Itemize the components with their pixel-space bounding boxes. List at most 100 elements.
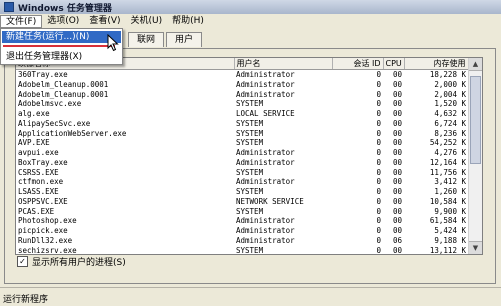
cell-image-name: PCAS.EXE — [18, 206, 55, 216]
table-row[interactable]: 360Tray.exe Administrator 0 00 18,228 K — [16, 70, 468, 80]
cell-session-id: 0 — [376, 118, 381, 128]
tab-users[interactable]: 用户 — [166, 32, 203, 47]
status-text: 运行新程序 — [3, 295, 49, 305]
scroll-up-arrow-icon[interactable]: ▲ — [469, 58, 482, 71]
menu-file[interactable]: 文件(F) — [0, 15, 43, 28]
cell-image-name: AlipaySecSvc.exe — [18, 118, 91, 128]
scroll-down-arrow-icon[interactable]: ▼ — [469, 241, 482, 254]
cell-memory: 9,188 K — [434, 235, 466, 245]
cell-memory: 6,724 K — [434, 118, 466, 128]
cell-session-id: 0 — [376, 79, 381, 89]
table-row[interactable]: Adobelm_Cleanup.0001 Administrator 0 00 2,00… — [16, 80, 468, 90]
cell-memory: 13,112 K — [429, 245, 466, 255]
vertical-scrollbar[interactable]: ▲ ▼ — [468, 58, 482, 254]
cell-image-name: Adobelm_Cleanup.0001 — [18, 89, 109, 99]
table-row[interactable]: RunDll32.exe Administrator 0 06 9,188 K — [16, 236, 468, 246]
cell-image-name: alg.exe — [18, 109, 50, 118]
menu-item-new-task[interactable]: 新建任务(运行...)(N) — [2, 31, 121, 43]
cell-image-name: BoxTray.exe — [18, 157, 68, 167]
table-row[interactable]: AVP.EXE SYSTEM 0 00 54,252 K — [16, 138, 468, 148]
cell-memory: 5,424 K — [434, 226, 466, 235]
table-row[interactable]: Adobelm_Cleanup.0001 Administrator 0 00 2,00… — [16, 90, 468, 100]
cell-user-name: LOCAL SERVICE — [236, 109, 295, 118]
cell-user-name: Administrator — [236, 235, 295, 245]
cell-cpu: 00 — [392, 138, 402, 148]
menu-item-exit-task-manager[interactable]: 退出任务管理器(X) — [2, 51, 82, 63]
cell-session-id: 0 — [376, 99, 381, 109]
cell-user-name: SYSTEM — [236, 128, 264, 138]
cell-memory: 1,260 K — [434, 187, 466, 196]
cell-cpu: 00 — [392, 118, 402, 128]
cell-memory: 18,228 K — [429, 70, 466, 79]
column-memory[interactable]: 内存使用 — [404, 58, 469, 70]
cell-cpu: 00 — [392, 99, 402, 109]
cell-cpu: 00 — [392, 216, 402, 226]
cell-cpu: 00 — [392, 206, 402, 216]
table-row[interactable]: Adobelmsvc.exe SYSTEM 0 00 1,520 K — [16, 99, 468, 109]
cell-memory: 3,412 K — [434, 177, 466, 187]
cell-memory: 4,632 K — [434, 109, 466, 118]
scroll-thumb[interactable] — [470, 76, 481, 164]
cell-memory: 10,584 K — [429, 196, 466, 206]
status-bar: 运行新程序 — [0, 287, 501, 306]
cell-cpu: 00 — [392, 89, 402, 99]
process-list[interactable]: 映像名称 用户名 会话 ID CPU 内存使用 360Tray.exeAdmin… — [15, 57, 483, 255]
cell-user-name: Administrator — [236, 226, 295, 235]
cell-session-id: 0 — [376, 148, 381, 157]
cell-user-name: Administrator — [236, 216, 295, 226]
mouse-pointer-icon — [107, 34, 119, 52]
title-bar: Windows 任务管理器 — [0, 0, 501, 15]
show-all-users-label: 显示所有用户的进程(S) — [32, 257, 126, 268]
cell-user-name: Administrator — [236, 177, 295, 187]
menu-view[interactable]: 查看(V) — [84, 15, 125, 28]
cell-memory: 9,900 K — [434, 206, 466, 216]
menu-help[interactable]: 帮助(H) — [167, 15, 209, 28]
cell-user-name: SYSTEM — [236, 206, 264, 216]
cell-user-name: SYSTEM — [236, 99, 264, 109]
table-row[interactable]: ApplicationWebServer.exe SYSTEM 0 00 8,236 K — [16, 129, 468, 139]
cell-cpu: 00 — [392, 177, 402, 187]
column-cpu[interactable]: CPU — [383, 58, 405, 70]
cell-cpu: 00 — [392, 70, 402, 79]
cell-session-id: 0 — [376, 138, 381, 148]
cell-memory: 4,276 K — [434, 148, 466, 157]
cell-user-name: Administrator — [236, 89, 295, 99]
cell-session-id: 0 — [376, 226, 381, 235]
table-row[interactable]: PCAS.EXE SYSTEM 0 00 9,900 K — [16, 207, 468, 217]
cell-session-id: 0 — [376, 177, 381, 187]
table-row[interactable]: ctfmon.exe Administrator 0 00 3,412 K — [16, 177, 468, 187]
menu-shutdown[interactable]: 关机(U) — [126, 15, 168, 28]
cell-user-name: SYSTEM — [236, 118, 264, 128]
show-all-users-checkbox[interactable]: ✓ — [17, 255, 28, 267]
table-row[interactable]: alg.exe LOCAL SERVICE 0 00 4,632 K — [16, 109, 468, 119]
show-all-users-row[interactable]: ✓ 显示所有用户的进程(S) — [17, 255, 126, 268]
tab-networking[interactable]: 联网 — [128, 32, 165, 47]
menu-options[interactable]: 选项(O) — [42, 15, 84, 28]
cell-session-id: 0 — [376, 196, 381, 206]
cell-memory: 2,004 K — [434, 89, 466, 99]
window-title: Windows 任务管理器 — [18, 3, 112, 14]
cell-image-name: Photoshop.exe — [18, 216, 77, 226]
table-row[interactable]: OSPPSVC.EXE NETWORK SERVICE 0 00 10,584 K — [16, 197, 468, 207]
table-row[interactable]: picpick.exe Administrator 0 00 5,424 K — [16, 226, 468, 236]
column-user-name[interactable]: 用户名 — [234, 58, 333, 70]
table-row[interactable]: LSASS.EXE SYSTEM 0 00 1,260 K — [16, 187, 468, 197]
cell-user-name: Administrator — [236, 79, 295, 89]
cell-user-name: SYSTEM — [236, 187, 264, 196]
cell-cpu: 06 — [392, 235, 402, 245]
cell-session-id: 0 — [376, 245, 381, 255]
table-row[interactable]: AlipaySecSvc.exe SYSTEM 0 00 6,724 K — [16, 119, 468, 129]
column-session-id[interactable]: 会话 ID — [332, 58, 384, 70]
cell-cpu: 00 — [392, 226, 402, 235]
table-row[interactable]: BoxTray.exe Administrator 0 00 12,164 K — [16, 158, 468, 168]
cell-user-name: Administrator — [236, 148, 295, 157]
table-row[interactable]: CSRSS.EXE SYSTEM 0 00 11,756 K — [16, 168, 468, 178]
table-row[interactable]: avpui.exe Administrator 0 00 4,276 K — [16, 148, 468, 158]
task-manager-icon — [4, 2, 14, 12]
cell-image-name: LSASS.EXE — [18, 187, 59, 196]
table-row[interactable]: Photoshop.exe Administrator 0 00 61,584 K — [16, 216, 468, 226]
menu-bar: 文件(F) 选项(O) 查看(V) 关机(U) 帮助(H) — [0, 14, 501, 29]
cell-session-id: 0 — [376, 206, 381, 216]
cell-user-name: Administrator — [236, 157, 295, 167]
cell-image-name: ctfmon.exe — [18, 177, 64, 187]
